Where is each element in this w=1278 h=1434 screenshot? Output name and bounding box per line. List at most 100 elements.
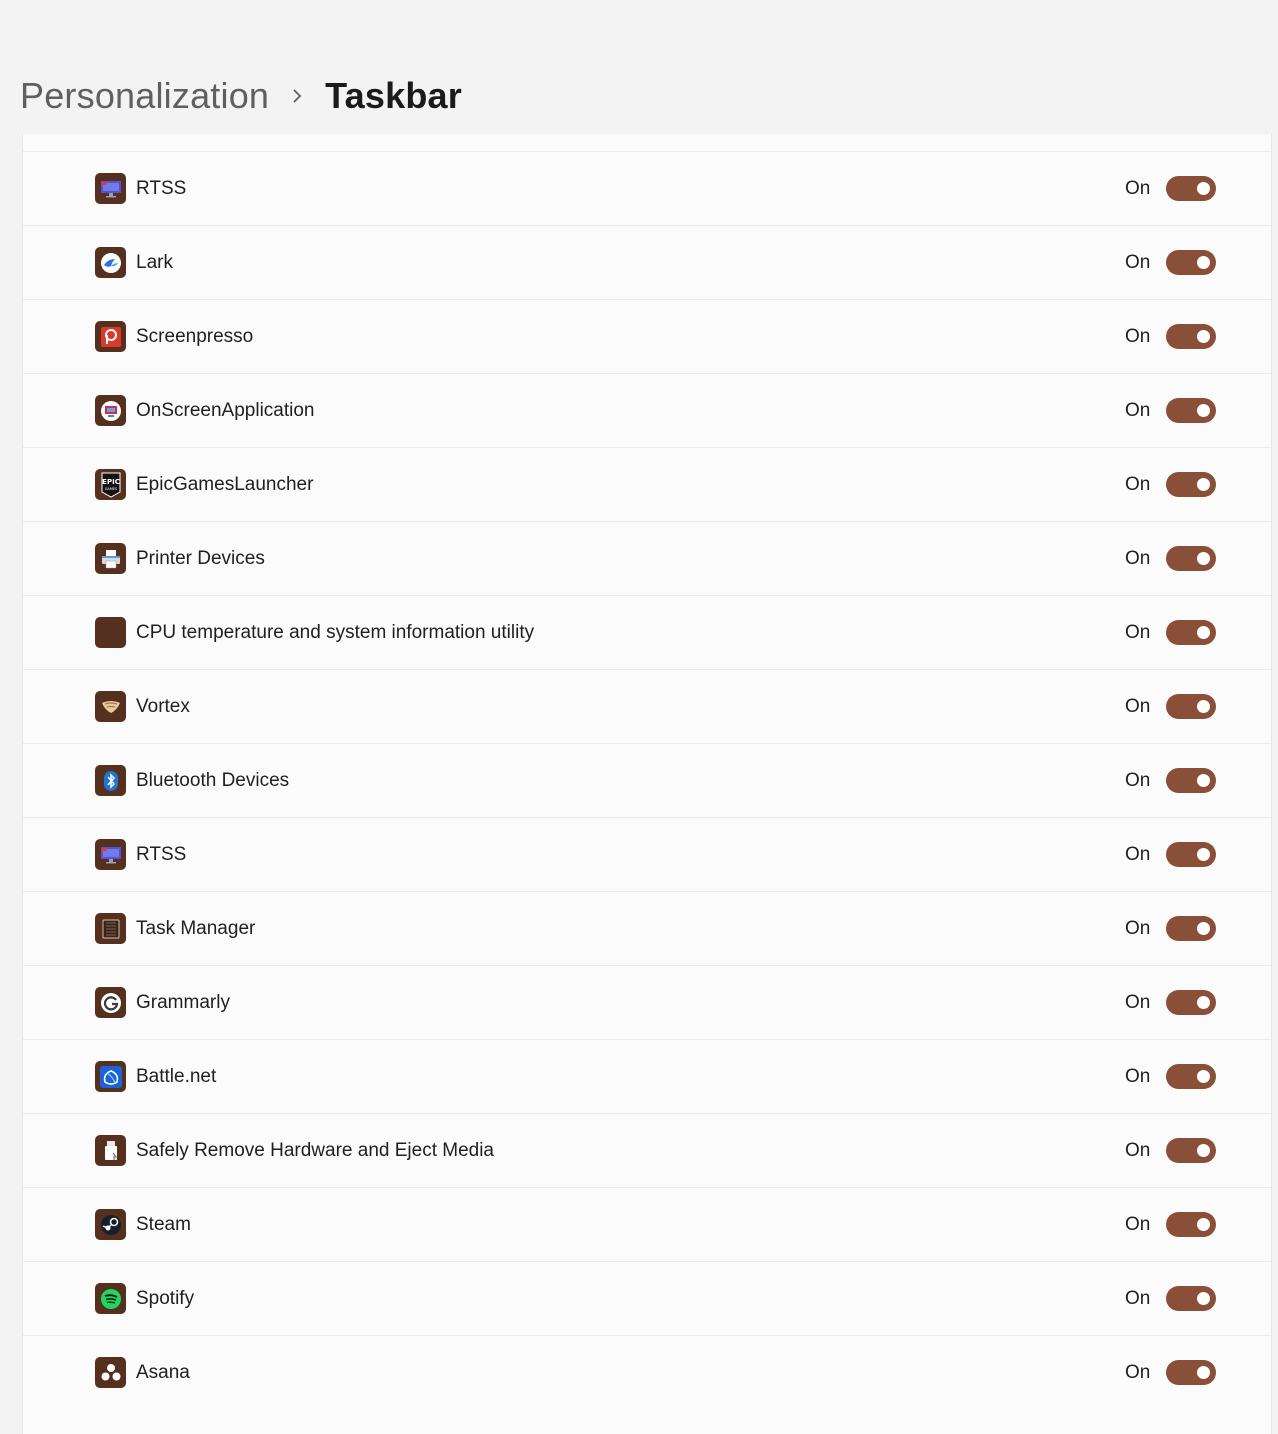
toggle-knob xyxy=(1197,1218,1210,1231)
list-item-15: Steam On xyxy=(23,1187,1271,1261)
toggle-switch-4[interactable] xyxy=(1166,398,1216,423)
list-item-12: Grammarly On xyxy=(23,965,1271,1039)
toggle-state-label: On xyxy=(1125,1214,1151,1235)
list-item-16: Spotify On xyxy=(23,1261,1271,1335)
toggle-switch-8[interactable] xyxy=(1166,694,1216,719)
app-name: Asana xyxy=(136,1362,190,1383)
toggle-knob xyxy=(1197,700,1210,713)
toggle-switch-10[interactable] xyxy=(1166,842,1216,867)
toggle-state-label: On xyxy=(1125,252,1151,273)
app-name: EpicGamesLauncher xyxy=(136,474,314,495)
onscreen-display-icon xyxy=(95,395,126,426)
app-name: Grammarly xyxy=(136,992,230,1013)
list-item-7: CPU temperature and system information u… xyxy=(23,595,1271,669)
toggle-switch-17[interactable] xyxy=(1166,1360,1216,1385)
toggle-switch-3[interactable] xyxy=(1166,324,1216,349)
app-name: Bluetooth Devices xyxy=(136,770,290,791)
asana-icon xyxy=(95,1357,126,1388)
toggle-switch-16[interactable] xyxy=(1166,1286,1216,1311)
toggle-state-label: On xyxy=(1125,1066,1151,1087)
toggle-knob xyxy=(1197,256,1210,269)
list-item-6: Printer Devices On xyxy=(23,521,1271,595)
rtss-monitor-icon xyxy=(95,173,126,204)
toggle-knob xyxy=(1197,774,1210,787)
list-item-10: RTSS On xyxy=(23,817,1271,891)
toggle-state-label: On xyxy=(1125,326,1151,347)
toggle-state-label: On xyxy=(1125,474,1151,495)
task-manager-icon xyxy=(95,913,126,944)
app-name: Spotify xyxy=(136,1288,195,1309)
toggle-knob xyxy=(1197,478,1210,491)
toggle-knob xyxy=(1197,552,1210,565)
toggle-switch-12[interactable] xyxy=(1166,990,1216,1015)
toggle-knob xyxy=(1197,626,1210,639)
list-item-8: Vortex On xyxy=(23,669,1271,743)
rtss-monitor-icon xyxy=(95,839,126,870)
toggle-state-label: On xyxy=(1125,178,1151,199)
toggle-knob xyxy=(1197,1366,1210,1379)
list-item-5: EPIC GAMES EpicGamesLauncher On xyxy=(23,447,1271,521)
app-name: OnScreenApplication xyxy=(136,400,315,421)
toggle-state-label: On xyxy=(1125,770,1151,791)
epic-games-icon: EPIC GAMES xyxy=(95,469,126,500)
app-name: Screenpresso xyxy=(136,326,254,347)
breadcrumb: Personalization Taskbar xyxy=(20,72,462,120)
app-name: Steam xyxy=(136,1214,191,1235)
app-list: RTSS On Lark On Screenpresso On OnScreen… xyxy=(23,151,1271,1409)
app-name: Task Manager xyxy=(136,918,256,939)
toggle-knob xyxy=(1197,1292,1210,1305)
toggle-knob xyxy=(1197,330,1210,343)
taskbar-icons-panel: RTSS On Lark On Screenpresso On OnScreen… xyxy=(22,134,1272,1434)
chevron-right-icon xyxy=(269,88,325,104)
toggle-state-label: On xyxy=(1125,622,1151,643)
toggle-state-label: On xyxy=(1125,548,1151,569)
blank-app-icon xyxy=(95,617,126,648)
list-item-17: Asana On xyxy=(23,1335,1271,1409)
toggle-switch-5[interactable] xyxy=(1166,472,1216,497)
toggle-switch-7[interactable] xyxy=(1166,620,1216,645)
toggle-switch-9[interactable] xyxy=(1166,768,1216,793)
toggle-switch-14[interactable] xyxy=(1166,1138,1216,1163)
breadcrumb-personalization[interactable]: Personalization xyxy=(20,75,269,117)
svg-text:EPIC: EPIC xyxy=(102,478,120,486)
app-name: Safely Remove Hardware and Eject Media xyxy=(136,1140,495,1161)
toggle-state-label: On xyxy=(1125,918,1151,939)
vortex-icon xyxy=(95,691,126,722)
app-name: Printer Devices xyxy=(136,548,265,569)
list-item-11: Task Manager On xyxy=(23,891,1271,965)
app-name: Vortex xyxy=(136,696,190,717)
toggle-switch-15[interactable] xyxy=(1166,1212,1216,1237)
toggle-state-label: On xyxy=(1125,1140,1151,1161)
toggle-state-label: On xyxy=(1125,400,1151,421)
toggle-knob xyxy=(1197,1070,1210,1083)
app-name: RTSS xyxy=(136,844,187,865)
list-item-13: Battle.net On xyxy=(23,1039,1271,1113)
app-name: Battle.net xyxy=(136,1066,217,1087)
toggle-switch-11[interactable] xyxy=(1166,916,1216,941)
toggle-switch-6[interactable] xyxy=(1166,546,1216,571)
toggle-switch-1[interactable] xyxy=(1166,176,1216,201)
toggle-state-label: On xyxy=(1125,844,1151,865)
toggle-knob xyxy=(1197,848,1210,861)
app-name: RTSS xyxy=(136,178,187,199)
toggle-knob xyxy=(1197,996,1210,1009)
list-item-4: OnScreenApplication On xyxy=(23,373,1271,447)
toggle-state-label: On xyxy=(1125,1362,1151,1383)
steam-icon xyxy=(95,1209,126,1240)
grammarly-icon xyxy=(95,987,126,1018)
toggle-state-label: On xyxy=(1125,696,1151,717)
list-item-14: Safely Remove Hardware and Eject Media O… xyxy=(23,1113,1271,1187)
usb-eject-icon xyxy=(95,1135,126,1166)
toggle-knob xyxy=(1197,404,1210,417)
app-name: CPU temperature and system information u… xyxy=(136,622,535,643)
toggle-knob xyxy=(1197,1144,1210,1157)
toggle-switch-2[interactable] xyxy=(1166,250,1216,275)
bluetooth-icon xyxy=(95,765,126,796)
toggle-knob xyxy=(1197,182,1210,195)
list-item-9: Bluetooth Devices On xyxy=(23,743,1271,817)
list-item-1: RTSS On xyxy=(23,151,1271,225)
screenpresso-icon xyxy=(95,321,126,352)
app-name: Lark xyxy=(136,252,173,273)
printer-icon xyxy=(95,543,126,574)
toggle-switch-13[interactable] xyxy=(1166,1064,1216,1089)
